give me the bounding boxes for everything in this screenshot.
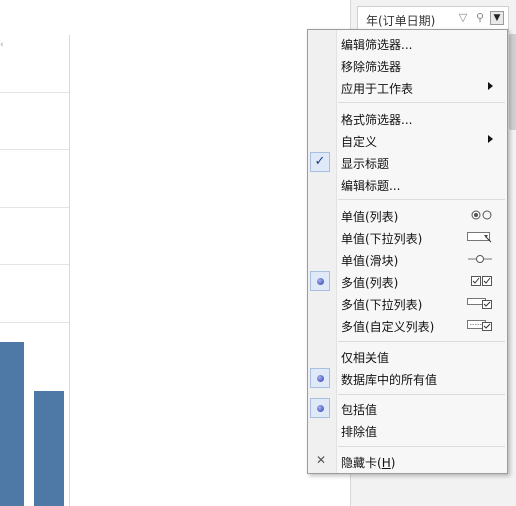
menu-item-label: 包括值	[341, 403, 378, 417]
menu-item-multi-value-custom-list[interactable]: 多值(自定义列表)	[308, 314, 507, 336]
bar-mark[interactable]	[34, 391, 64, 506]
menu-item-label: 多值(自定义列表)	[341, 320, 435, 334]
bar-mark[interactable]	[0, 342, 24, 506]
dropdown-glyph-icon	[467, 232, 492, 243]
menu-item-multi-value-list[interactable]: 多值(列表)	[308, 270, 507, 292]
menu-item-label: 数据库中的所有值	[341, 373, 438, 387]
menu-item-label: 单值(滑块)	[341, 254, 399, 268]
menu-item-label: 隐藏卡(H)	[341, 454, 395, 471]
funnel-icon[interactable]: ▽	[456, 11, 470, 25]
label-prefix: 隐藏卡(	[341, 456, 382, 470]
dropdown-arrow-icon[interactable]: ▼	[490, 11, 504, 25]
menu-item-label: 移除筛选器	[341, 60, 402, 74]
label-suffix: )	[390, 456, 396, 470]
menu-item-remove-filter[interactable]: 移除筛选器	[308, 54, 507, 76]
menu-item-customize[interactable]: 自定义	[308, 129, 507, 151]
checkbox-pair-glyph-icon	[471, 276, 492, 286]
gridline	[0, 149, 69, 150]
menu-item-apply-to-worksheets[interactable]: 应用于工作表	[308, 76, 507, 98]
menu-separator	[338, 446, 505, 447]
menu-item-label: 多值(列表)	[341, 276, 399, 290]
menu-item-single-value-list[interactable]: 单值(列表)	[308, 204, 507, 226]
menu-item-label: 格式筛选器...	[341, 113, 413, 127]
submenu-arrow-icon	[488, 82, 493, 90]
menu-separator	[338, 394, 505, 395]
checkmark-icon: ✓	[310, 152, 330, 172]
menu-item-label: 仅相关值	[341, 351, 390, 365]
gridline	[0, 322, 69, 323]
menu-item-only-relevant-values[interactable]: 仅相关值	[308, 345, 507, 367]
filter-title: 年(订单日期)	[366, 14, 436, 28]
menu-item-all-values-in-database[interactable]: 数据库中的所有值	[308, 367, 507, 389]
menu-separator	[338, 102, 505, 103]
menu-item-edit-title[interactable]: 编辑标题...	[308, 173, 507, 195]
menu-item-label: 编辑筛选器...	[341, 38, 413, 52]
menu-separator	[338, 199, 505, 200]
worksheet-canvas: ‹	[0, 0, 352, 506]
menu-item-hide-card[interactable]: ✕ 隐藏卡(H)	[308, 450, 507, 472]
selected-radio-icon	[310, 271, 330, 291]
selected-radio-icon	[310, 368, 330, 388]
slider-glyph-icon	[468, 255, 492, 263]
custom-list-glyph-icon	[467, 320, 492, 331]
menu-item-label: 多值(下拉列表)	[341, 298, 423, 312]
menu-item-label: 单值(下拉列表)	[341, 232, 423, 246]
menu-item-label: 排除值	[341, 425, 378, 439]
submenu-arrow-icon	[488, 135, 493, 143]
menu-item-show-title[interactable]: ✓ 显示标题	[308, 151, 507, 173]
check-dropdown-glyph-icon	[467, 298, 492, 309]
menu-item-label: 编辑标题...	[341, 179, 401, 193]
axis-corner-mark: ‹	[0, 40, 4, 50]
gridline	[0, 264, 69, 265]
filter-context-menu: 编辑筛选器... 移除筛选器 应用于工作表 格式筛选器... 自定义 ✓ 显示标…	[307, 29, 508, 474]
search-icon[interactable]: ⚲	[473, 11, 487, 25]
menu-item-single-value-dropdown[interactable]: 单值(下拉列表)	[308, 226, 507, 248]
pane-divider	[69, 35, 70, 506]
menu-item-exclude-values[interactable]: 排除值	[308, 419, 507, 441]
radio-pair-glyph-icon	[471, 210, 492, 220]
menu-item-label: 应用于工作表	[341, 82, 414, 96]
menu-item-label: 自定义	[341, 135, 378, 149]
menu-item-label: 单值(列表)	[341, 210, 399, 224]
menu-item-include-values[interactable]: 包括值	[308, 397, 507, 419]
menu-item-label: 显示标题	[341, 157, 390, 171]
menu-item-format-filter[interactable]: 格式筛选器...	[308, 107, 507, 129]
menu-item-edit-filter[interactable]: 编辑筛选器...	[308, 32, 507, 54]
hotkey-letter: H	[381, 456, 391, 470]
selected-radio-icon	[310, 398, 330, 418]
menu-item-single-value-slider[interactable]: 单值(滑块)	[308, 248, 507, 270]
gridline	[0, 92, 69, 93]
scrollbar[interactable]	[509, 34, 516, 130]
menu-item-multi-value-dropdown[interactable]: 多值(下拉列表)	[308, 292, 507, 314]
close-icon: ✕	[316, 453, 327, 467]
gridline	[0, 207, 69, 208]
menu-separator	[338, 341, 505, 342]
